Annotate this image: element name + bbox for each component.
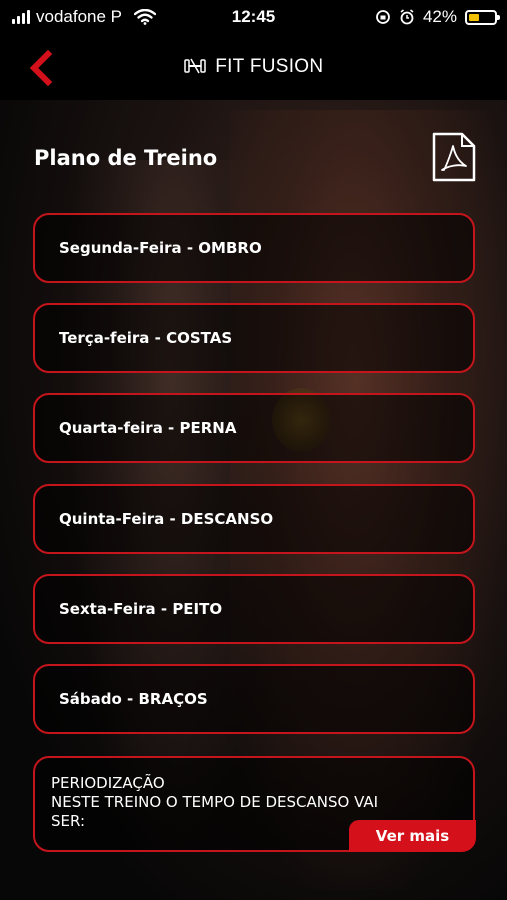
day-card-segunda[interactable]: Segunda-Feira - OMBRO — [33, 213, 475, 283]
pdf-download-icon[interactable] — [432, 132, 476, 182]
battery-icon — [465, 9, 500, 25]
dumbbell-logo-icon — [183, 58, 206, 74]
orientation-lock-icon — [376, 10, 390, 24]
day-card-terca[interactable]: Terça-feira - COSTAS — [33, 303, 475, 373]
brand-logo: FIT FUSION — [0, 56, 507, 78]
day-card-label: Quarta-feira - PERNA — [59, 419, 237, 437]
day-card-label: Segunda-Feira - OMBRO — [59, 239, 262, 257]
app-header: FIT FUSION — [0, 36, 507, 100]
battery-level — [469, 13, 479, 21]
brand-name: FIT FUSION — [215, 56, 324, 77]
day-card-label: Sexta-Feira - PEITO — [59, 600, 223, 618]
day-card-label: Sábado - BRAÇOS — [59, 690, 208, 708]
see-more-button[interactable]: Ver mais — [349, 820, 476, 852]
periodization-title: PERIODIZAÇÃO — [51, 774, 165, 792]
day-card-sexta[interactable]: Sexta-Feira - PEITO — [33, 574, 475, 644]
day-card-label: Terça-feira - COSTAS — [59, 329, 233, 347]
day-card-quarta[interactable]: Quarta-feira - PERNA — [33, 393, 475, 463]
day-card-sabado[interactable]: Sábado - BRAÇOS — [33, 664, 475, 734]
alarm-icon — [400, 9, 414, 25]
page-title: Plano de Treino — [34, 146, 218, 170]
day-card-label: Quinta-Feira - DESCANSO — [59, 510, 274, 528]
periodization-text-line: NESTE TREINO O TEMPO DE DESCANSO VAI — [51, 793, 379, 811]
battery-percent: 42% — [422, 7, 457, 26]
day-card-quinta[interactable]: Quinta-Feira - DESCANSO — [33, 484, 475, 554]
status-bar: vodafone P 12:45 42% — [0, 0, 507, 36]
